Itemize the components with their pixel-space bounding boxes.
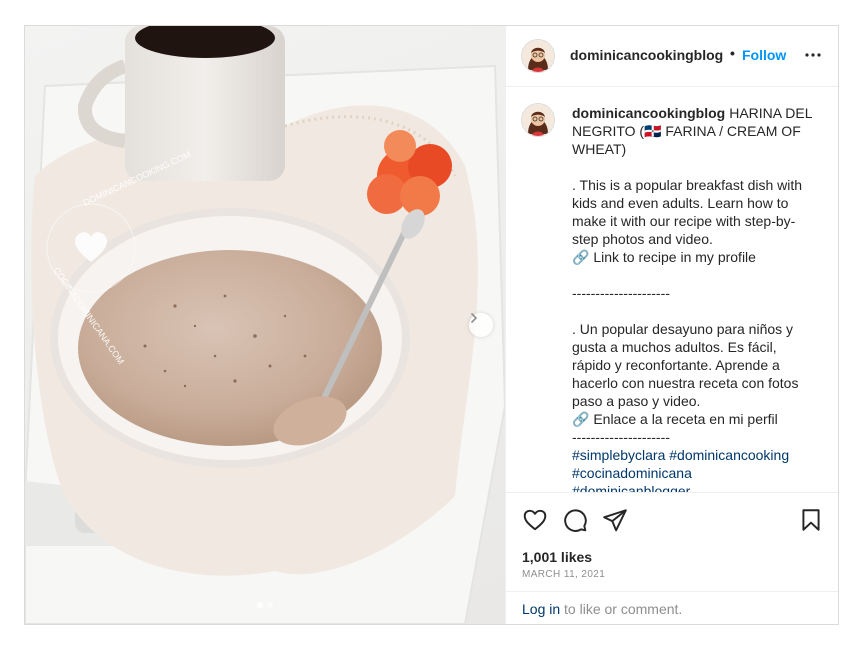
post-header: dominicancookingblog • Follow xyxy=(506,26,838,87)
hashtag-link[interactable]: #simplebyclara #dominicancooking xyxy=(572,446,817,464)
post-side-panel: dominicancookingblog • Follow dominicanc… xyxy=(505,26,838,624)
heart-icon xyxy=(523,509,547,531)
caption-avatar[interactable] xyxy=(522,104,554,136)
hashtags: #simplebyclara #dominicancooking #cocinad… xyxy=(572,446,817,492)
likes-count[interactable]: 1,001 likes xyxy=(522,549,592,565)
hashtag-link[interactable]: #cocinadominicana xyxy=(572,464,817,482)
comment-button[interactable] xyxy=(562,507,588,538)
avatar[interactable] xyxy=(522,40,554,72)
send-icon xyxy=(603,509,627,532)
post-card: DOMINICANCOOKING.COM COCINADOMINICANA.CO… xyxy=(24,25,839,625)
photo-illustration: DOMINICANCOOKING.COM COCINADOMINICANA.CO… xyxy=(25,26,505,624)
caption: dominicancookingblog HARINA DEL NEGRITO (… xyxy=(572,104,817,492)
save-button[interactable] xyxy=(798,507,824,538)
post-photo[interactable]: DOMINICANCOOKING.COM COCINADOMINICANA.CO… xyxy=(25,26,505,624)
chevron-right-icon xyxy=(471,313,478,323)
separator-dot: • xyxy=(730,45,735,61)
caption-scroll-area[interactable]: dominicancookingblog HARINA DEL NEGRITO (… xyxy=(506,87,838,492)
comment-icon xyxy=(564,509,587,532)
carousel-dot xyxy=(267,602,273,608)
login-link[interactable]: Log in xyxy=(522,601,560,617)
share-button[interactable] xyxy=(602,507,628,538)
avatar-icon xyxy=(522,104,554,136)
bookmark-icon xyxy=(802,509,820,531)
next-photo-button[interactable] xyxy=(469,313,493,337)
post-date[interactable]: MARCH 11, 2021 xyxy=(522,569,605,580)
post-author-username[interactable]: dominicancookingblog xyxy=(570,47,723,63)
caption-text: HARINA DEL NEGRITO (🇩🇴 FARINA / CREAM OF… xyxy=(572,105,812,445)
more-options-icon xyxy=(805,53,821,57)
hashtag-link[interactable]: #dominicanblogger xyxy=(572,482,817,492)
login-prompt: Log in to like or comment. xyxy=(506,591,838,624)
post-actions: 1,001 likes MARCH 11, 2021 Log in to lik… xyxy=(506,492,838,624)
caption-username[interactable]: dominicancookingblog xyxy=(572,105,725,121)
follow-button[interactable]: Follow xyxy=(742,47,786,63)
more-options-button[interactable] xyxy=(804,46,822,69)
login-prompt-text: to like or comment. xyxy=(560,601,683,617)
avatar-icon xyxy=(522,40,554,72)
carousel-indicator xyxy=(257,602,273,608)
carousel-dot-active xyxy=(257,602,263,608)
like-button[interactable] xyxy=(522,507,548,538)
